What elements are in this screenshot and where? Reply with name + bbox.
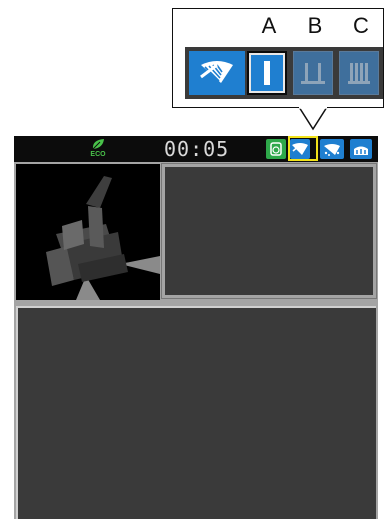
wiper-mode-b-button[interactable]: [293, 51, 333, 95]
info-panel-right: [161, 163, 377, 299]
wiper-mode-intermittent-icon: [301, 63, 325, 84]
wiper-mode-strip: [185, 47, 383, 99]
monitor-screen: ECO 00:05: [14, 136, 378, 519]
main-info-panel: [16, 306, 376, 519]
washer-icon: [324, 144, 340, 156]
mode-label-c: C: [353, 13, 369, 38]
eco-indicator: ECO: [86, 138, 110, 160]
wiper-mode-continuous-icon: [348, 63, 370, 84]
wiper-mode-a-button[interactable]: [247, 51, 287, 95]
eco-label: ECO: [90, 151, 106, 158]
callout-pointer: [298, 107, 328, 131]
wiper-icon: [200, 61, 233, 83]
page: A B C ECO 00:05: [0, 0, 386, 519]
lock-icon: [270, 142, 282, 156]
wiper-mode-c-button[interactable]: [339, 51, 379, 95]
heater-status-button[interactable]: [350, 139, 372, 159]
mode-label-b: B: [307, 13, 323, 38]
wiper-tile[interactable]: [189, 51, 245, 95]
clock-display: 00:05: [164, 137, 230, 161]
washer-status-button[interactable]: [320, 139, 344, 159]
mode-label-a: A: [261, 13, 277, 38]
wiper-mode-callout: A B C: [172, 8, 384, 108]
status-bar: ECO 00:05: [14, 136, 378, 162]
mode-labels: A B C: [173, 13, 383, 41]
wiper-status-button[interactable]: [290, 139, 310, 159]
leaf-icon: [92, 139, 104, 150]
wiper-mode-single-bar-icon: [264, 61, 270, 85]
lock-status-button[interactable]: [266, 139, 286, 159]
heater-icon: [354, 146, 368, 155]
excavator-image: [16, 164, 160, 300]
machine-view-panel: [16, 164, 160, 300]
wiper-icon: [292, 143, 308, 155]
